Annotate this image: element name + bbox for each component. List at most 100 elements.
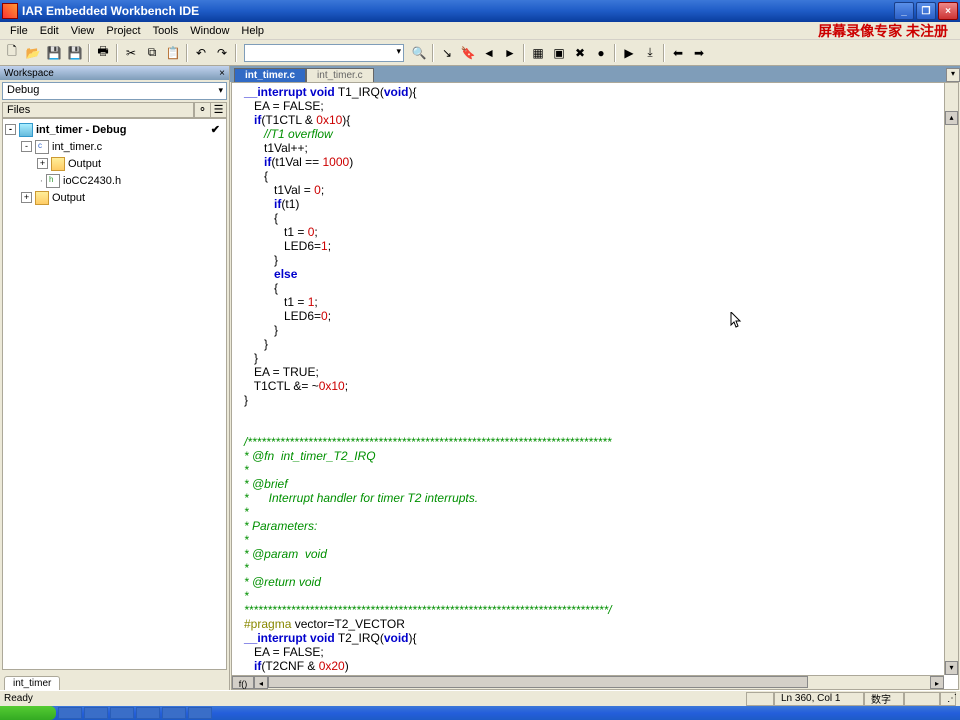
window-buttons: _ ❐ × <box>894 2 958 20</box>
nav-fwd-button[interactable]: ➡ <box>689 43 709 63</box>
menu-view[interactable]: View <box>65 24 101 38</box>
project-tree[interactable]: - int_timer - Debug ✔ -int_timer.c + Outpu… <box>2 118 227 670</box>
scroll-track[interactable] <box>808 676 930 689</box>
close-button[interactable]: × <box>938 2 958 20</box>
resize-grip[interactable]: ⋰ <box>940 692 956 706</box>
next-bookmark-button[interactable]: ► <box>500 43 520 63</box>
tree-item[interactable]: · ioCC2430.h <box>5 172 224 189</box>
status-bar: Ready Ln 360, Col 1 数字 ⋰ <box>0 690 960 706</box>
toggle-breakpoint-button[interactable]: ● <box>591 43 611 63</box>
bookmark-button[interactable]: 🔖 <box>458 43 478 63</box>
status-cell <box>746 692 774 706</box>
editor-area: int_timer.c int_timer.c ▾ __interrupt vo… <box>230 66 960 690</box>
tree-item[interactable]: + Output <box>5 189 224 206</box>
file-icon <box>35 140 49 154</box>
config-combo[interactable]: Debug <box>2 82 227 100</box>
make-button[interactable]: ▣ <box>549 43 569 63</box>
nav-back-button[interactable]: ⬅ <box>668 43 688 63</box>
menu-window[interactable]: Window <box>184 24 235 38</box>
toolbar-separator <box>186 44 188 62</box>
tree-root[interactable]: - int_timer - Debug ✔ <box>5 121 224 138</box>
project-icon <box>19 123 33 137</box>
tree-dot: · <box>37 175 46 187</box>
tree-label: Output <box>52 192 85 204</box>
col-btn-2[interactable]: ☰ <box>210 103 226 117</box>
open-file-button[interactable]: 📂 <box>23 43 43 63</box>
tree-label: ioCC2430.h <box>63 175 121 187</box>
scroll-right-button[interactable]: ▸ <box>930 676 944 689</box>
prev-bookmark-button[interactable]: ◄ <box>479 43 499 63</box>
status-mode: 数字 <box>864 692 904 706</box>
print-button[interactable]: 🖶 <box>93 43 113 63</box>
title-bar: IAR Embedded Workbench IDE _ ❐ × <box>0 0 960 22</box>
scroll-left-button[interactable]: ◂ <box>254 676 268 689</box>
save-button[interactable]: 💾 <box>44 43 64 63</box>
horizontal-scrollbar[interactable]: f() ◂ ▸ <box>232 675 944 689</box>
find-button[interactable]: 🔍 <box>409 43 429 63</box>
files-column[interactable]: Files <box>3 103 194 117</box>
redo-button[interactable]: ↷ <box>212 43 232 63</box>
col-btn-1[interactable]: ⚬ <box>194 103 210 117</box>
toolbar-separator <box>523 44 525 62</box>
stop-build-button[interactable]: ✖ <box>570 43 590 63</box>
minimize-button[interactable]: _ <box>894 2 914 20</box>
taskbar-item[interactable] <box>188 707 212 719</box>
compile-button[interactable]: ▦ <box>528 43 548 63</box>
search-combo[interactable] <box>244 44 404 62</box>
check-icon: ✔ <box>211 123 224 136</box>
workspace-tabs: int_timer <box>0 672 229 690</box>
toolbar-separator <box>614 44 616 62</box>
scroll-thumb[interactable] <box>268 676 808 688</box>
scroll-down-button[interactable]: ▾ <box>945 661 958 675</box>
start-button[interactable] <box>0 706 56 720</box>
expand-icon[interactable]: - <box>5 124 16 135</box>
toolbar: 🗋 📂 💾 💾 🖶 ✂ ⧉ 📋 ↶ ↷ 🔍 ↘ 🔖 ◄ ► ▦ ▣ ✖ ● ▶ … <box>0 40 960 66</box>
expand-icon[interactable]: + <box>37 158 48 169</box>
debug-button[interactable]: ▶ <box>619 43 639 63</box>
cut-button[interactable]: ✂ <box>121 43 141 63</box>
taskbar-item[interactable] <box>110 707 134 719</box>
goto-button[interactable]: ↘ <box>437 43 457 63</box>
tab-scroll-button[interactable]: ▾ <box>946 68 960 82</box>
file-icon <box>51 157 65 171</box>
debug-no-download-button[interactable]: ⤓ <box>640 43 660 63</box>
toolbar-separator <box>116 44 118 62</box>
code-editor[interactable]: __interrupt void T1_IRQ(void){ EA = FALS… <box>231 82 959 690</box>
workspace-title-bar: Workspace × <box>0 66 229 80</box>
toolbar-separator <box>663 44 665 62</box>
editor-tab[interactable]: int_timer.c <box>306 68 374 82</box>
save-all-button[interactable]: 💾 <box>65 43 85 63</box>
file-icon <box>46 174 60 188</box>
paste-button[interactable]: 📋 <box>163 43 183 63</box>
taskbar-item[interactable] <box>84 707 108 719</box>
status-ready: Ready <box>4 693 33 704</box>
func-nav-button[interactable]: f() <box>232 676 254 689</box>
scroll-track[interactable] <box>945 97 958 661</box>
menu-tools[interactable]: Tools <box>147 24 185 38</box>
toolbar-separator <box>88 44 90 62</box>
taskbar-item[interactable] <box>58 707 82 719</box>
menu-help[interactable]: Help <box>235 24 270 38</box>
menu-edit[interactable]: Edit <box>34 24 65 38</box>
vertical-scrollbar[interactable]: ▴ ▾ <box>944 83 958 675</box>
copy-button[interactable]: ⧉ <box>142 43 162 63</box>
config-value: Debug <box>7 84 39 96</box>
tree-item[interactable]: +Output <box>5 155 224 172</box>
taskbar-item[interactable] <box>162 707 186 719</box>
menu-file[interactable]: File <box>4 24 34 38</box>
editor-tab-active[interactable]: int_timer.c <box>234 68 306 82</box>
code-content[interactable]: __interrupt void T1_IRQ(void){ EA = FALS… <box>244 85 958 673</box>
undo-button[interactable]: ↶ <box>191 43 211 63</box>
taskbar-item[interactable] <box>136 707 160 719</box>
workspace-tab[interactable]: int_timer <box>4 676 60 690</box>
maximize-button[interactable]: ❐ <box>916 2 936 20</box>
tree-item[interactable]: -int_timer.c <box>5 138 224 155</box>
expand-icon[interactable]: - <box>21 141 32 152</box>
menu-bar: File Edit View Project Tools Window Help… <box>0 22 960 40</box>
menu-project[interactable]: Project <box>100 24 146 38</box>
new-file-button[interactable]: 🗋 <box>2 43 22 63</box>
expand-icon[interactable]: + <box>21 192 32 203</box>
taskbar[interactable] <box>0 706 960 720</box>
editor-tabs: int_timer.c int_timer.c ▾ <box>230 66 960 82</box>
workspace-close-button[interactable]: × <box>219 68 225 79</box>
